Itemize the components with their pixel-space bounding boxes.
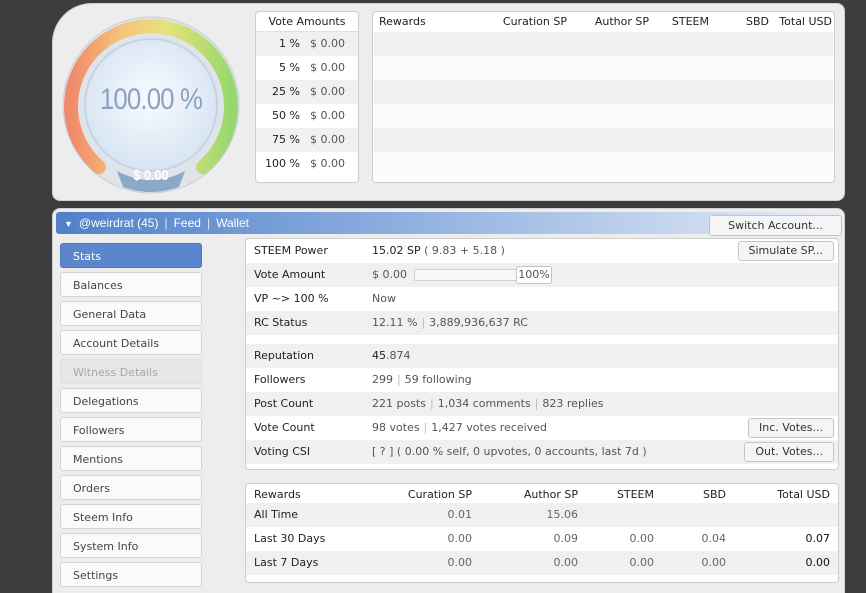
followers-row: Followers 299 | 59 following (254, 373, 472, 386)
switch-account-button[interactable]: Switch Account... (709, 215, 842, 236)
table-row (374, 32, 833, 56)
table-row (374, 80, 833, 104)
sidebar-item-witness-details: Witness Details (60, 359, 202, 384)
steem-power-row: STEEM Power 15.02 SP ( 9.83 + 5.18 ) Sim… (246, 239, 838, 263)
chevron-down-icon[interactable]: ▼ (64, 219, 73, 229)
voting-power-gauge: 100.00 % $ 0.00 (61, 15, 241, 195)
outgoing-votes-button[interactable]: Out. Votes... (744, 442, 834, 462)
account-name-link[interactable]: @weirdrat (45) (79, 216, 159, 230)
sidebar-item-balances[interactable]: Balances (60, 272, 202, 297)
rewards-header: Rewards Curation SP Author SP STEEM SBD … (254, 488, 830, 501)
gauge-usd-value: $ 0.00 (133, 167, 169, 184)
pending-rewards-header: Rewards Curation SP Author SP STEEM SBD … (379, 15, 832, 28)
vp-recharge-row: VP ~> 100 % Now (254, 292, 396, 305)
table-row (374, 56, 833, 80)
sidebar-item-account-details[interactable]: Account Details (60, 330, 202, 355)
gauge-percent: 100.00 % (99, 83, 203, 116)
wallet-link[interactable]: Wallet (216, 216, 249, 230)
sidebar-item-orders[interactable]: Orders (60, 475, 202, 500)
sidebar-menu: Stats Balances General Data Account Deta… (60, 243, 202, 591)
table-row (374, 128, 833, 152)
sidebar-item-settings[interactable]: Settings (60, 562, 202, 587)
pending-rewards-table: Rewards Curation SP Author SP STEEM SBD … (372, 11, 835, 183)
vote-amount-row: 75 % $ 0.00 (256, 128, 358, 152)
sidebar-item-delegations[interactable]: Delegations (60, 388, 202, 413)
vote-amount-row: 100 % $ 0.00 (265, 157, 345, 170)
sidebar-item-stats[interactable]: Stats (60, 243, 202, 268)
sidebar-item-steem-info[interactable]: Steem Info (60, 504, 202, 529)
vote-amount-row: 1 % $ 0.00 (256, 32, 358, 56)
vote-amounts-title: Vote Amounts (256, 12, 358, 32)
feed-link[interactable]: Feed (174, 216, 201, 230)
table-row: All Time 0.01 15.06 (246, 503, 838, 527)
vote-weight-percent[interactable]: 100% (516, 266, 552, 284)
table-row (374, 104, 833, 128)
table-row: Last 7 Days 0.00 0.00 0.00 0.00 0.00 (246, 551, 838, 575)
table-row: Last 30 Days 0.00 0.09 0.00 0.04 0.07 (254, 532, 830, 545)
sidebar-item-mentions[interactable]: Mentions (60, 446, 202, 471)
vote-count-row: Vote Count 98 votes | 1,427 votes received… (246, 416, 838, 440)
account-stats-table: STEEM Power 15.02 SP ( 9.83 + 5.18 ) Sim… (245, 238, 839, 470)
rc-status-row: RC Status 12.11 % | 3,889,936,637 RC (246, 311, 838, 335)
rewards-summary-table: Rewards Curation SP Author SP STEEM SBD … (245, 483, 839, 583)
reputation-row: Reputation 45.874 (246, 344, 838, 368)
vote-amount-row: Vote Amount $ 0.00 100% (246, 263, 838, 287)
incoming-votes-button[interactable]: Inc. Votes... (748, 418, 834, 438)
voting-csi-row: Voting CSI [ ? ] ( 0.00 % self, 0 upvote… (246, 440, 838, 464)
simulate-sp-button[interactable]: Simulate SP... (737, 241, 834, 261)
account-panel: ▼ @weirdrat (45) | Feed | Wallet Switch Accou… (52, 208, 845, 593)
vote-weight-slider[interactable] (414, 269, 518, 281)
sidebar-item-system-info[interactable]: System Info (60, 533, 202, 558)
vote-overview-panel: 100.00 % $ 0.00 Vote Amounts 1 % $ 0.00 5… (52, 3, 845, 201)
vote-amount-row: 25 % $ 0.00 (256, 80, 358, 104)
sidebar-item-followers[interactable]: Followers (60, 417, 202, 442)
vote-amounts-table: Vote Amounts 1 % $ 0.00 5 % $ 0.00 25 % $ 0… (255, 11, 359, 183)
table-row (374, 152, 833, 176)
account-nav-bar: ▼ @weirdrat (45) | Feed | Wallet Switch Accou… (56, 212, 842, 236)
sidebar-item-general-data[interactable]: General Data (60, 301, 202, 326)
post-count-row: Post Count 221 posts | 1,034 comments | 823 … (246, 392, 838, 416)
vote-amount-row: 5 % $ 0.00 (279, 61, 345, 74)
vote-amount-row: 50 % $ 0.00 (272, 109, 345, 122)
